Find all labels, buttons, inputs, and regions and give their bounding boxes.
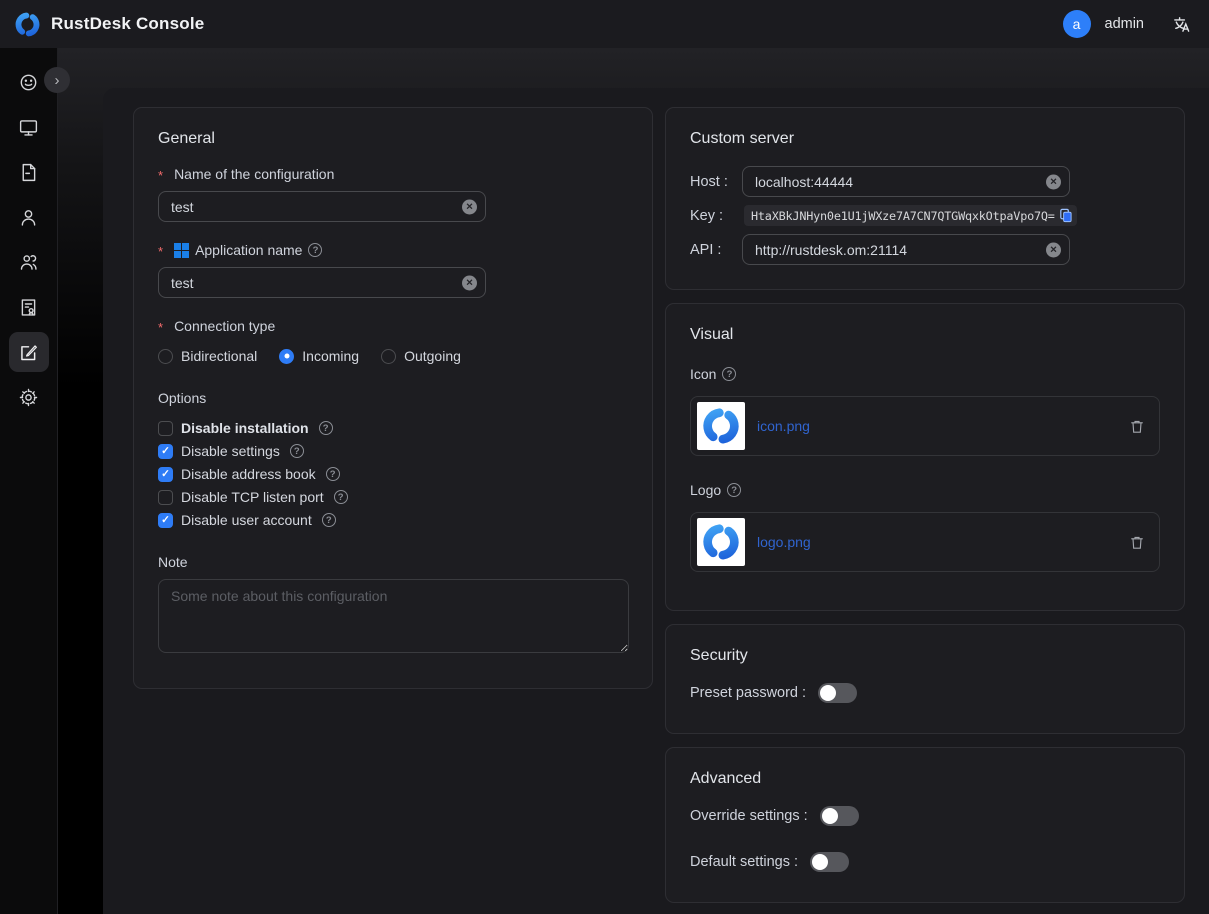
logo-thumbnail (697, 518, 745, 566)
security-title: Security (690, 647, 1160, 665)
radio-incoming[interactable]: Incoming (279, 348, 359, 364)
sidebar-item-custom-clients[interactable] (9, 332, 49, 372)
icon-label: Icon ? (690, 366, 1160, 382)
sidebar-item-dashboard[interactable] (9, 62, 49, 102)
user-icon (18, 207, 39, 228)
icon-thumbnail (697, 402, 745, 450)
icon-file-link[interactable]: icon.png (757, 418, 1129, 434)
clear-icon[interactable]: ✕ (462, 199, 477, 214)
top-bar: RustDesk Console a admin (0, 0, 1209, 48)
logo-label: Logo ? (690, 482, 1160, 498)
logo-upload-row: logo.png (690, 512, 1160, 572)
connection-type-label: Connection type (158, 318, 628, 334)
trash-icon[interactable] (1129, 418, 1145, 435)
monitor-icon (18, 117, 39, 138)
options-checkbox-list: Disable installation ? Disable settings … (158, 420, 628, 528)
key-label: Key : (690, 208, 742, 224)
visual-title: Visual (690, 326, 1160, 344)
checkbox-disable-address-book[interactable]: Disable address book ? (158, 466, 628, 482)
gear-icon (18, 387, 39, 408)
custom-server-title: Custom server (690, 130, 1160, 148)
api-label: API : (690, 242, 742, 258)
name-of-configuration-label: Name of the configuration (158, 166, 628, 182)
sidebar-item-users[interactable] (9, 197, 49, 237)
help-icon[interactable]: ? (727, 483, 741, 497)
api-input[interactable] (742, 234, 1070, 265)
edit-square-icon (18, 342, 39, 363)
checkbox-disable-tcp-listen-port[interactable]: Disable TCP listen port ? (158, 489, 628, 505)
document-icon (18, 162, 39, 183)
radio-bidirectional[interactable]: Bidirectional (158, 348, 257, 364)
checkbox-icon (158, 513, 173, 528)
sidebar-expand-chevron-icon[interactable]: › (44, 67, 70, 93)
application-name-label: Application name ? (158, 242, 628, 258)
preset-password-label: Preset password : (690, 685, 806, 701)
radio-circle-icon (158, 349, 173, 364)
content-background: General Name of the configuration ✕ Ap (58, 48, 1209, 914)
security-card: Security Preset password : (665, 624, 1185, 734)
visual-card: Visual Icon ? icon.png (665, 303, 1185, 611)
sidebar-item-groups[interactable] (9, 242, 49, 282)
help-icon[interactable]: ? (722, 367, 736, 381)
help-icon[interactable]: ? (334, 490, 348, 504)
smiley-icon (18, 72, 39, 93)
override-settings-label: Override settings : (690, 808, 808, 824)
help-icon[interactable]: ? (290, 444, 304, 458)
advanced-title: Advanced (690, 770, 1160, 788)
general-title: General (158, 130, 628, 148)
application-name-input[interactable] (158, 267, 486, 298)
help-icon[interactable]: ? (319, 421, 333, 435)
clear-icon[interactable]: ✕ (1046, 174, 1061, 189)
radio-outgoing[interactable]: Outgoing (381, 348, 461, 364)
configuration-name-input[interactable] (158, 191, 486, 222)
sidebar-item-devices[interactable] (9, 107, 49, 147)
user-name[interactable]: admin (1105, 16, 1145, 32)
sidebar-item-settings[interactable] (9, 377, 49, 417)
main-panel: General Name of the configuration ✕ Ap (103, 88, 1209, 914)
general-card: General Name of the configuration ✕ Ap (133, 107, 653, 689)
brand: RustDesk Console (14, 11, 204, 38)
host-input[interactable] (742, 166, 1070, 197)
rustdesk-logo-icon (14, 11, 41, 38)
checkbox-icon (158, 444, 173, 459)
users-icon (18, 252, 39, 273)
checkbox-disable-installation[interactable]: Disable installation ? (158, 420, 628, 436)
help-icon[interactable]: ? (322, 513, 336, 527)
options-label: Options (158, 390, 628, 406)
document-review-icon (18, 297, 39, 318)
connection-type-radio-group: Bidirectional Incoming Outgoing (158, 348, 628, 364)
translate-icon[interactable] (1172, 15, 1191, 34)
override-settings-toggle[interactable] (820, 806, 859, 826)
sidebar-item-documents[interactable] (9, 152, 49, 192)
sidebar: › (0, 48, 58, 914)
checkbox-disable-user-account[interactable]: Disable user account ? (158, 512, 628, 528)
trash-icon[interactable] (1129, 534, 1145, 551)
server-key-value[interactable]: HtaXBkJNHyn0e1U1jWXze7A7CN7QTGWqxkOtpaVp… (744, 205, 1077, 226)
help-icon[interactable]: ? (326, 467, 340, 481)
sidebar-item-audit[interactable] (9, 287, 49, 327)
help-icon[interactable]: ? (308, 243, 322, 257)
app-title: RustDesk Console (51, 14, 204, 34)
clear-icon[interactable]: ✕ (462, 275, 477, 290)
note-textarea[interactable] (158, 579, 629, 653)
user-avatar[interactable]: a (1063, 10, 1091, 38)
checkbox-icon (158, 467, 173, 482)
custom-server-card: Custom server Host : ✕ Key : HtaXBkJNHyn… (665, 107, 1185, 290)
checkbox-icon (158, 490, 173, 505)
clear-icon[interactable]: ✕ (1046, 242, 1061, 257)
checkbox-disable-settings[interactable]: Disable settings ? (158, 443, 628, 459)
preset-password-toggle[interactable] (818, 683, 857, 703)
host-label: Host : (690, 174, 742, 190)
windows-icon (174, 243, 189, 258)
logo-file-link[interactable]: logo.png (757, 534, 1129, 550)
radio-circle-icon (381, 349, 396, 364)
radio-circle-icon (279, 349, 294, 364)
default-settings-label: Default settings : (690, 854, 798, 870)
default-settings-toggle[interactable] (810, 852, 849, 872)
advanced-card: Advanced Override settings : Default set… (665, 747, 1185, 903)
checkbox-icon (158, 421, 173, 436)
icon-upload-row: icon.png (690, 396, 1160, 456)
note-label: Note (158, 554, 628, 570)
copy-icon[interactable] (1058, 208, 1073, 223)
